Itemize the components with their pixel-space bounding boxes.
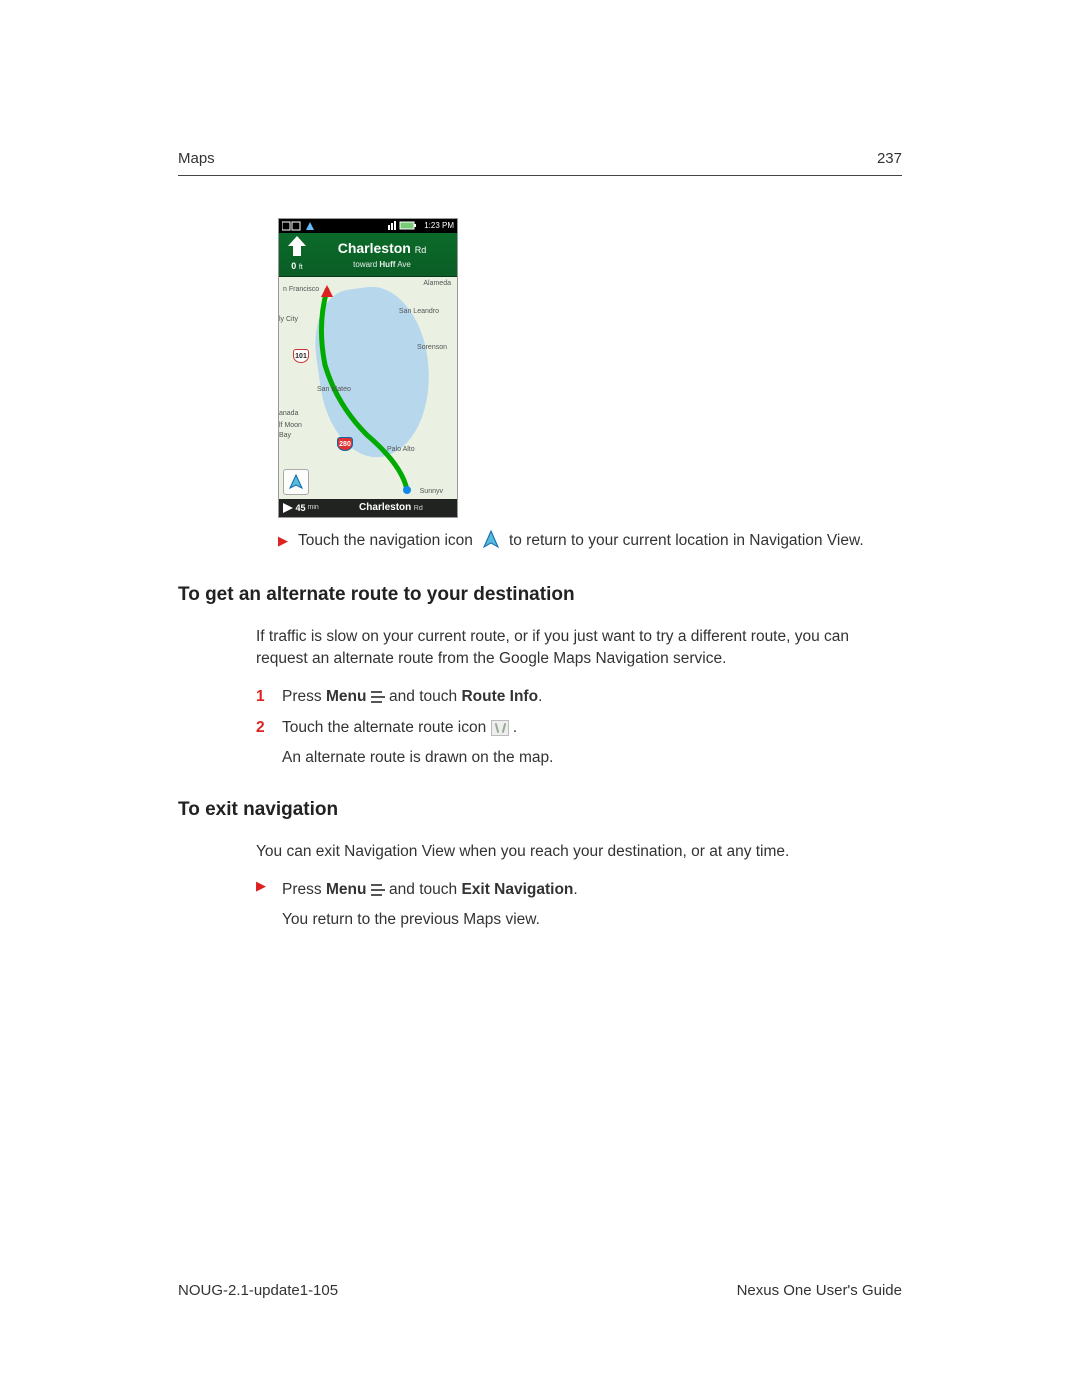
- tip-row: ▶ Touch the navigation icon to return to…: [278, 530, 902, 552]
- us101-shield: 101: [293, 349, 309, 363]
- header-section: Maps: [178, 148, 215, 169]
- nav-arrow-box: 0 ft: [283, 236, 311, 272]
- play-icon: [283, 503, 293, 513]
- step-2: 2 Touch the alternate route icon . An al…: [256, 717, 902, 768]
- navigation-arrow-icon: [288, 474, 304, 490]
- tip-pre: Touch the navigation icon: [298, 530, 473, 552]
- step-1: 1 Press Menu and touch Route Info.: [256, 686, 902, 708]
- nav-street: Charleston Rd toward Huff Ave: [311, 239, 453, 270]
- status-right: 1:23 PM: [388, 220, 454, 231]
- compass-button: [283, 469, 309, 495]
- footer-left: NOUG-2.1-update1-105: [178, 1280, 338, 1301]
- nav-header: 0 ft Charleston Rd toward Huff Ave: [279, 233, 457, 277]
- triangle-bullet-icon: ▶: [278, 534, 288, 547]
- step-b: ▶ Press Menu and touch Exit Navigation. …: [256, 879, 902, 930]
- step-b-result: You return to the previous Maps view.: [282, 909, 902, 931]
- status-left-icons: [282, 220, 322, 231]
- page-footer: NOUG-2.1-update1-105 Nexus One User's Gu…: [178, 1280, 902, 1301]
- menu-icon: [371, 691, 385, 703]
- screenshot-figure: 1:23 PM 0 ft Charleston Rd toward Huff A…: [278, 218, 902, 518]
- menu-icon: [371, 884, 385, 896]
- up-arrow-icon: [288, 236, 306, 256]
- tip-post: to return to your current location in Na…: [509, 530, 864, 552]
- eta-bar: 45min Charleston Rd: [279, 499, 457, 517]
- step-number: 2: [256, 717, 268, 768]
- section-b-title: To exit navigation: [178, 797, 902, 824]
- header-page: 237: [877, 148, 902, 169]
- i280-shield: 280: [337, 437, 353, 451]
- step-2-result: An alternate route is drawn on the map.: [282, 747, 902, 769]
- alternate-route-icon: [491, 720, 509, 736]
- triangle-bullet-icon: ▶: [256, 879, 268, 930]
- navigation-icon: [483, 530, 499, 552]
- footer-right: Nexus One User's Guide: [737, 1280, 902, 1301]
- step-number: 1: [256, 686, 268, 708]
- section-a-title: To get an alternate route to your destin…: [178, 582, 902, 609]
- status-bar: 1:23 PM: [279, 219, 457, 233]
- section-b-intro: You can exit Navigation View when you re…: [256, 841, 902, 863]
- phone-screenshot: 1:23 PM 0 ft Charleston Rd toward Huff A…: [278, 218, 458, 518]
- running-header: Maps 237: [178, 148, 902, 176]
- status-time: 1:23 PM: [424, 221, 454, 230]
- map-area: n Francisco Alameda San Leandro ly City …: [279, 277, 457, 499]
- section-a-intro: If traffic is slow on your current route…: [256, 626, 902, 669]
